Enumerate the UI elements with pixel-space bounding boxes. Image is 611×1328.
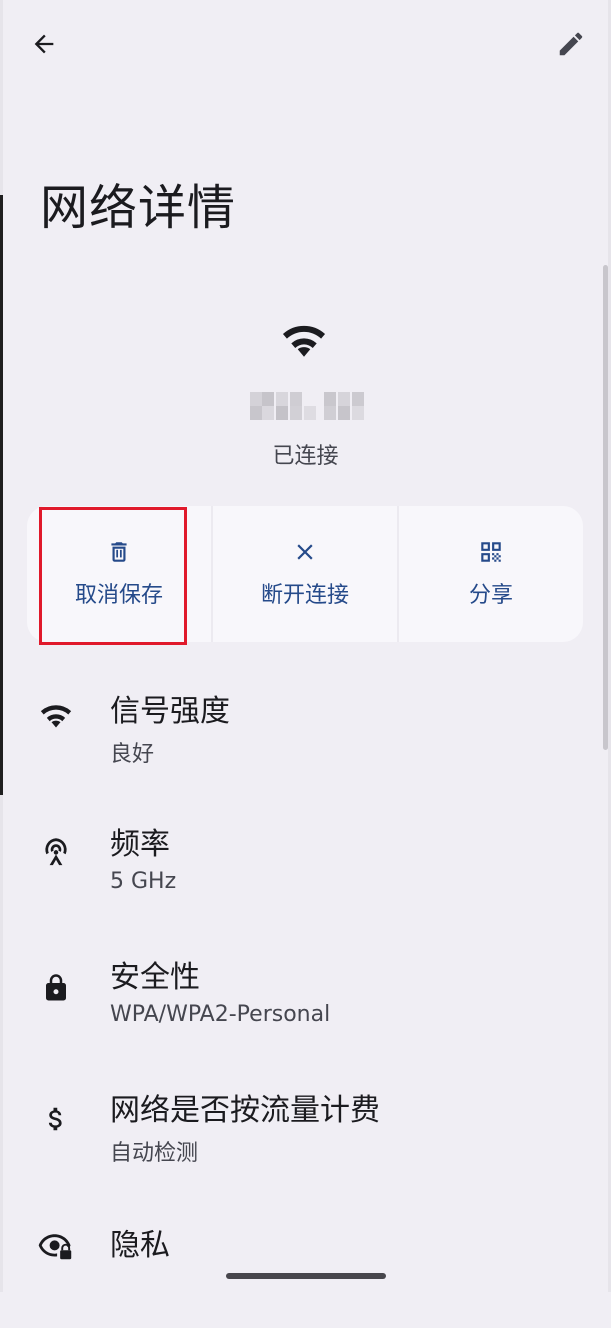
disconnect-label: 断开连接 xyxy=(260,583,349,608)
back-button[interactable] xyxy=(20,20,68,68)
dollar-icon xyxy=(36,1099,76,1139)
close-icon xyxy=(297,544,313,560)
privacy-eye-icon xyxy=(36,1224,76,1264)
privacy-title: 隐私 xyxy=(110,1228,170,1263)
top-app-bar xyxy=(0,0,611,90)
frequency-value: 5 GHz xyxy=(110,869,177,894)
page-title: 网络详情 xyxy=(40,180,237,236)
metered-title: 网络是否按流量计费 xyxy=(110,1093,380,1128)
list-item-frequency[interactable]: 频率 5 GHz xyxy=(0,817,611,927)
security-value: WPA/WPA2-Personal xyxy=(110,1002,331,1027)
share-button[interactable]: 分享 xyxy=(399,506,583,642)
arrow-back-icon xyxy=(34,34,54,54)
disconnect-button[interactable]: 断开连接 xyxy=(213,506,399,642)
connection-status: 已连接 xyxy=(272,444,339,469)
edit-pencil-icon xyxy=(559,32,583,56)
wifi-icon xyxy=(282,325,326,357)
share-label: 分享 xyxy=(468,583,513,608)
frequency-title: 频率 xyxy=(110,827,170,862)
network-name-redacted xyxy=(250,392,370,420)
action-bar: 取消保存 断开连接 分享 xyxy=(27,506,583,642)
wifi-signal-icon xyxy=(36,694,76,734)
signal-strength-value: 良好 xyxy=(110,742,155,767)
trash-icon xyxy=(111,542,127,562)
security-title: 安全性 xyxy=(110,960,200,995)
list-item-metered[interactable]: 网络是否按流量计费 自动检测 xyxy=(0,1083,611,1193)
home-indicator[interactable] xyxy=(226,1273,386,1279)
antenna-icon xyxy=(36,831,76,871)
signal-strength-title: 信号强度 xyxy=(110,694,230,729)
forget-network-label: 取消保存 xyxy=(74,583,163,608)
list-item-security[interactable]: 安全性 WPA/WPA2-Personal xyxy=(0,950,611,1060)
list-item-signal-strength[interactable]: 信号强度 良好 xyxy=(0,684,611,794)
edit-button[interactable] xyxy=(547,20,595,68)
forget-network-button[interactable]: 取消保存 xyxy=(27,506,213,642)
metered-value: 自动检测 xyxy=(110,1141,199,1166)
lock-icon xyxy=(36,968,76,1008)
qr-code-icon xyxy=(481,542,501,562)
scrollbar[interactable] xyxy=(603,265,608,750)
